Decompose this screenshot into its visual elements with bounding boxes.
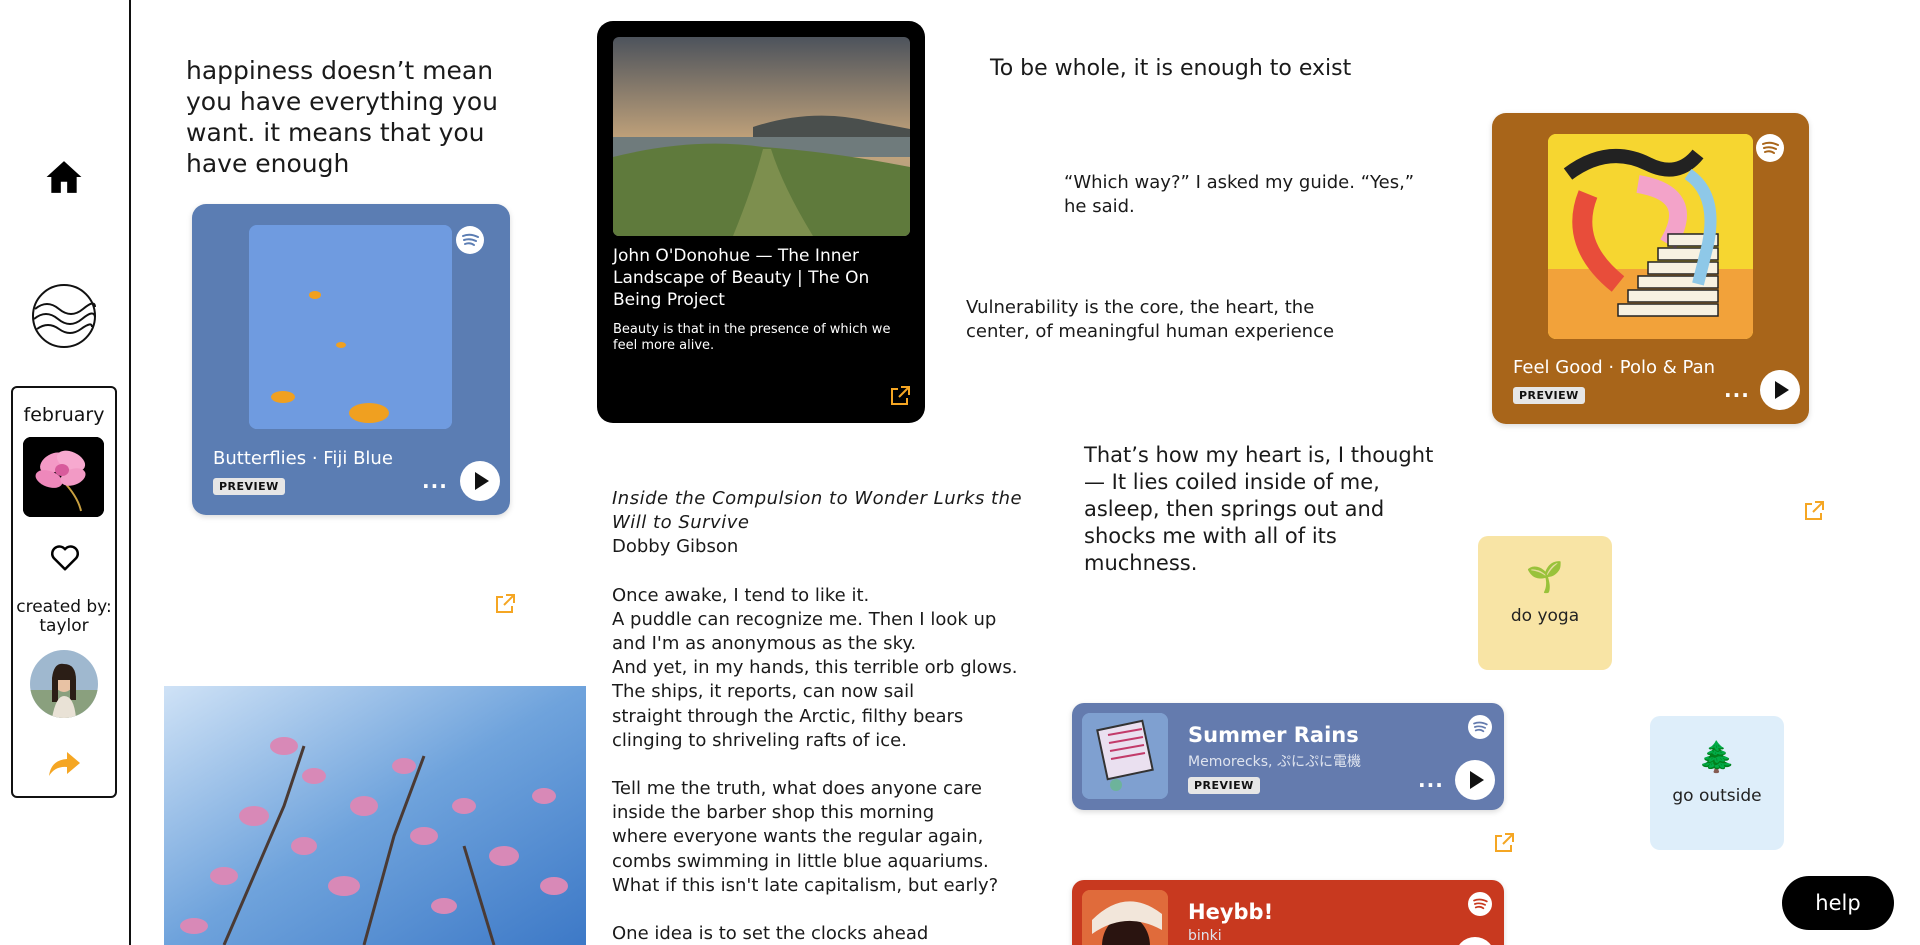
quote-heart: That’s how my heart is, I thought— It li… <box>1084 443 1434 575</box>
external-link-icon[interactable] <box>1803 500 1825 522</box>
album-cover <box>1082 890 1168 945</box>
poem-line: What if this isn't late capitalism, but … <box>612 874 999 896</box>
poem-line: combs swimming in little blue aquariums. <box>612 850 989 872</box>
todo-tile-outside[interactable]: 🌲 go outside <box>1650 716 1784 850</box>
external-link-icon[interactable] <box>494 593 516 615</box>
month-flower-thumbnail[interactable] <box>23 437 104 517</box>
spotify-card-heybb[interactable]: Heybb! binki <box>1072 880 1504 945</box>
preview-badge: PREVIEW <box>213 478 285 495</box>
track-artist: binki <box>1188 928 1222 944</box>
more-dots-icon[interactable]: ··· <box>1724 383 1750 407</box>
tree-icon: 🌲 <box>1698 740 1736 775</box>
album-cover <box>249 225 452 429</box>
home-icon[interactable] <box>45 158 83 196</box>
todo-tile-yoga[interactable]: 🌱 do yoga <box>1478 536 1612 670</box>
track-title: Feel Good · Polo & Pan <box>1513 357 1716 378</box>
poem-stanza: One idea is to set the clocks ahead <box>612 922 1052 945</box>
poem-author: Dobby Gibson <box>612 536 739 558</box>
share-arrow-icon[interactable] <box>47 750 81 778</box>
poem-stanza: Once awake, I tend to like it. A puddle … <box>612 584 1052 753</box>
quote-whole: To be whole, it is enough to exist <box>990 56 1352 81</box>
poem-line: A puddle can recognize me. Then I look u… <box>612 608 997 630</box>
spotify-icon[interactable] <box>456 226 484 254</box>
month-panel: february created by: taylor <box>11 386 117 798</box>
spotify-icon[interactable] <box>1468 715 1492 739</box>
todo-label: do yoga <box>1510 606 1580 626</box>
seedling-icon: 🌱 <box>1526 560 1564 595</box>
waves-logo-icon[interactable] <box>31 283 97 349</box>
poem: Inside the Compulsion to Wonder Lurks th… <box>612 487 1052 945</box>
poem-line: and I'm as anonymous as the sky. <box>612 633 917 655</box>
quote-which-way: “Which way?” I asked my guide. “Yes,” he… <box>1064 172 1415 217</box>
album-cover <box>1548 134 1753 339</box>
podcast-landscape-image <box>613 37 910 236</box>
podcast-title: John O'Donohue — The Inner Landscape of … <box>613 246 870 310</box>
more-dots-icon[interactable]: ··· <box>422 474 448 498</box>
poem-line: Once awake, I tend to like it. <box>612 584 870 606</box>
poem-title: Inside the Compulsion to Wonder Lurks th… <box>612 488 1023 534</box>
poem-line: inside the barber shop this morning <box>612 802 935 824</box>
poem-line: One idea is to set the clocks ahead <box>612 923 929 945</box>
poem-line: Tell me the truth, what does anyone care <box>612 778 982 800</box>
avatar[interactable] <box>30 650 98 718</box>
spotify-card-feel-good[interactable]: Feel Good · Polo & Pan PREVIEW ··· <box>1492 113 1809 424</box>
track-title: Butterflies · Fiji Blue <box>213 448 393 469</box>
track-title: Summer Rains <box>1188 723 1359 747</box>
play-icon[interactable] <box>1455 760 1495 800</box>
spotify-card-butterflies[interactable]: Butterflies · Fiji Blue PREVIEW ··· <box>192 204 510 515</box>
poem-line: And yet, in my hands, this terrible orb … <box>612 657 1018 679</box>
month-label: february <box>23 404 105 426</box>
poem-line: where everyone wants the regular again, <box>612 826 984 848</box>
quote-happiness: happiness doesn’t mean you have everythi… <box>186 56 498 178</box>
track-artist: Memorecks, ぷにぷに電機 <box>1188 754 1361 770</box>
play-icon[interactable] <box>1760 370 1800 410</box>
heart-icon[interactable] <box>50 544 80 572</box>
more-dots-icon[interactable]: ··· <box>1418 773 1444 797</box>
preview-badge: PREVIEW <box>1513 387 1585 404</box>
external-link-icon[interactable] <box>1493 832 1515 854</box>
spotify-card-summer-rains[interactable]: Summer Rains Memorecks, ぷにぷに電機 PREVIEW ·… <box>1072 703 1504 810</box>
magnolia-photo[interactable] <box>164 686 586 945</box>
track-title: Heybb! <box>1188 900 1274 924</box>
help-button[interactable]: help <box>1782 876 1894 930</box>
spotify-icon[interactable] <box>1756 134 1784 162</box>
preview-badge: PREVIEW <box>1188 777 1260 794</box>
podcast-card[interactable]: John O'Donohue — The Inner Landscape of … <box>597 21 925 423</box>
play-icon[interactable] <box>460 461 500 501</box>
sidebar: february created by: taylor <box>0 0 131 945</box>
podcast-description: Beauty is that in the presence of which … <box>613 322 891 353</box>
poem-line: The ships, it reports, can now sail <box>612 681 915 703</box>
created-by-label: created by: taylor <box>16 597 112 636</box>
poem-line: clinging to shriveling rafts of ice. <box>612 729 907 751</box>
todo-label: go outside <box>1672 786 1762 806</box>
spotify-icon[interactable] <box>1468 892 1492 916</box>
external-link-icon[interactable] <box>889 385 911 407</box>
play-icon[interactable] <box>1455 937 1495 945</box>
poem-line: straight through the Arctic, filthy bear… <box>612 705 964 727</box>
quote-vulnerability: Vulnerability is the core, the heart, th… <box>966 297 1335 342</box>
poem-stanza: Tell me the truth, what does anyone care… <box>612 777 1052 898</box>
album-cover <box>1082 713 1168 799</box>
